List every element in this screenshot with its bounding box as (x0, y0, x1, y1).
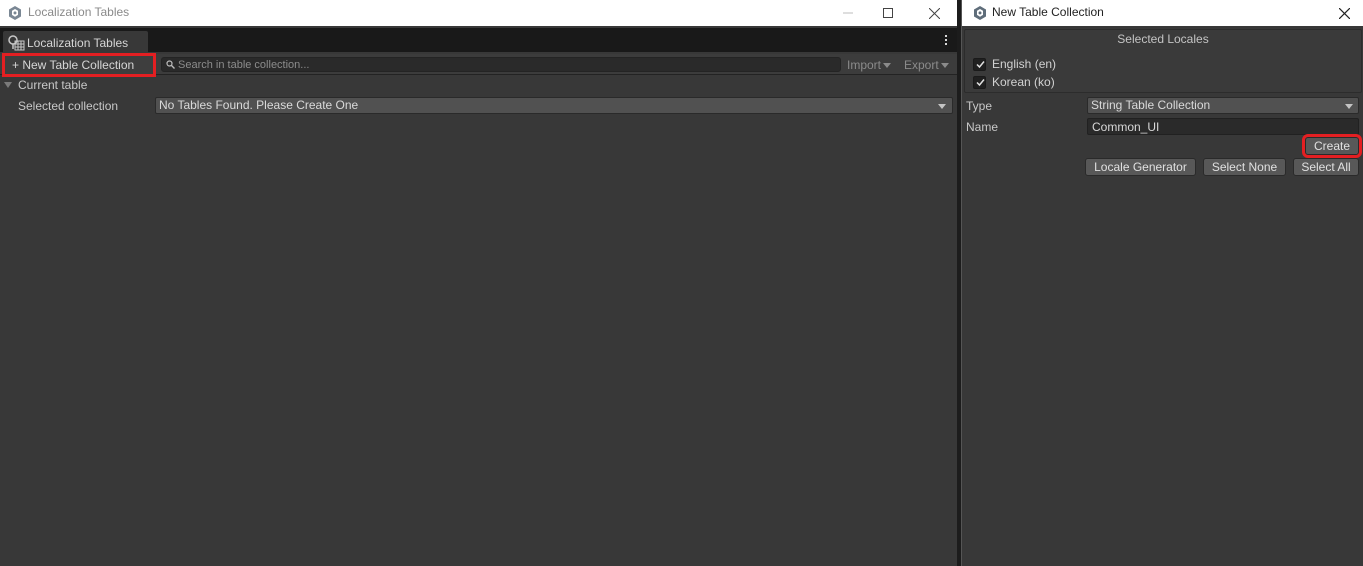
search-input[interactable] (178, 58, 828, 71)
english-checkbox[interactable] (973, 57, 986, 71)
chevron-down-icon (940, 63, 949, 68)
name-label: Name (966, 120, 999, 134)
chevron-down-icon (1345, 104, 1353, 109)
localization-table-icon (8, 35, 25, 51)
type-value: String Table Collection (1091, 98, 1211, 112)
chevron-down-icon (883, 63, 892, 68)
tab-localization-tables[interactable]: Localization Tables (3, 31, 148, 53)
chevron-down-icon (938, 104, 946, 109)
search-icon (166, 60, 175, 69)
minimize-icon (843, 12, 853, 14)
minimize-button[interactable] (826, 0, 870, 26)
locale-generator-button[interactable]: Locale Generator (1085, 158, 1196, 176)
import-dropdown[interactable]: Import (843, 56, 897, 74)
unity-logo-icon (974, 6, 986, 20)
unity-logo-icon (9, 6, 21, 20)
tab-label: Localization Tables (27, 36, 129, 50)
type-label: Type (966, 99, 993, 113)
name-input[interactable] (1087, 118, 1359, 135)
locale-label: Korean (ko) (992, 75, 1055, 89)
new-table-collection-button[interactable]: + New Table Collection (2, 53, 156, 77)
close-button[interactable] (1326, 0, 1362, 26)
localization-tables-window: Localization Tables Localization Tables (0, 0, 957, 566)
select-none-button[interactable]: Select None (1203, 158, 1286, 176)
close-button[interactable] (912, 0, 956, 26)
toolbar: + New Table Collection Import Export (0, 53, 957, 77)
import-label: Import (847, 58, 882, 72)
selected-collection-dropdown[interactable]: No Tables Found. Please Create One (155, 97, 953, 114)
window-title: New Table Collection (992, 5, 1104, 19)
create-button[interactable]: Create (1302, 134, 1362, 158)
foldout-arrow-icon (4, 82, 12, 88)
selected-collection-value: No Tables Found. Please Create One (159, 98, 359, 112)
locale-item-korean[interactable]: Korean (ko) (973, 74, 1055, 90)
tab-bar: Localization Tables (0, 28, 957, 53)
current-table-label: Current table (18, 78, 88, 92)
selected-locales-header: Selected Locales (1117, 32, 1209, 46)
maximize-icon (883, 8, 893, 18)
check-icon (976, 78, 985, 86)
kebab-menu-icon[interactable] (943, 34, 949, 48)
locale-label: English (en) (992, 57, 1057, 71)
type-dropdown[interactable]: String Table Collection (1087, 97, 1359, 114)
korean-checkbox[interactable] (973, 75, 986, 89)
close-icon (928, 7, 940, 19)
right-titlebar: New Table Collection (962, 0, 1363, 26)
export-label: Export (904, 58, 939, 72)
window-title: Localization Tables (28, 5, 130, 19)
check-icon (976, 60, 985, 68)
locale-item-english[interactable]: English (en) (973, 56, 1056, 72)
selected-collection-label: Selected collection (18, 99, 119, 113)
search-field[interactable] (161, 57, 841, 72)
current-table-foldout[interactable]: Current table (4, 78, 87, 92)
select-all-button[interactable]: Select All (1293, 158, 1359, 176)
maximize-button[interactable] (866, 0, 910, 26)
export-dropdown[interactable]: Export (900, 56, 956, 74)
left-titlebar: Localization Tables (0, 0, 957, 26)
new-table-collection-window: New Table Collection Selected Locales En… (961, 0, 1363, 566)
selected-locales-box: Selected Locales English (en) Korean (ko… (964, 29, 1362, 93)
close-icon (1338, 7, 1350, 19)
